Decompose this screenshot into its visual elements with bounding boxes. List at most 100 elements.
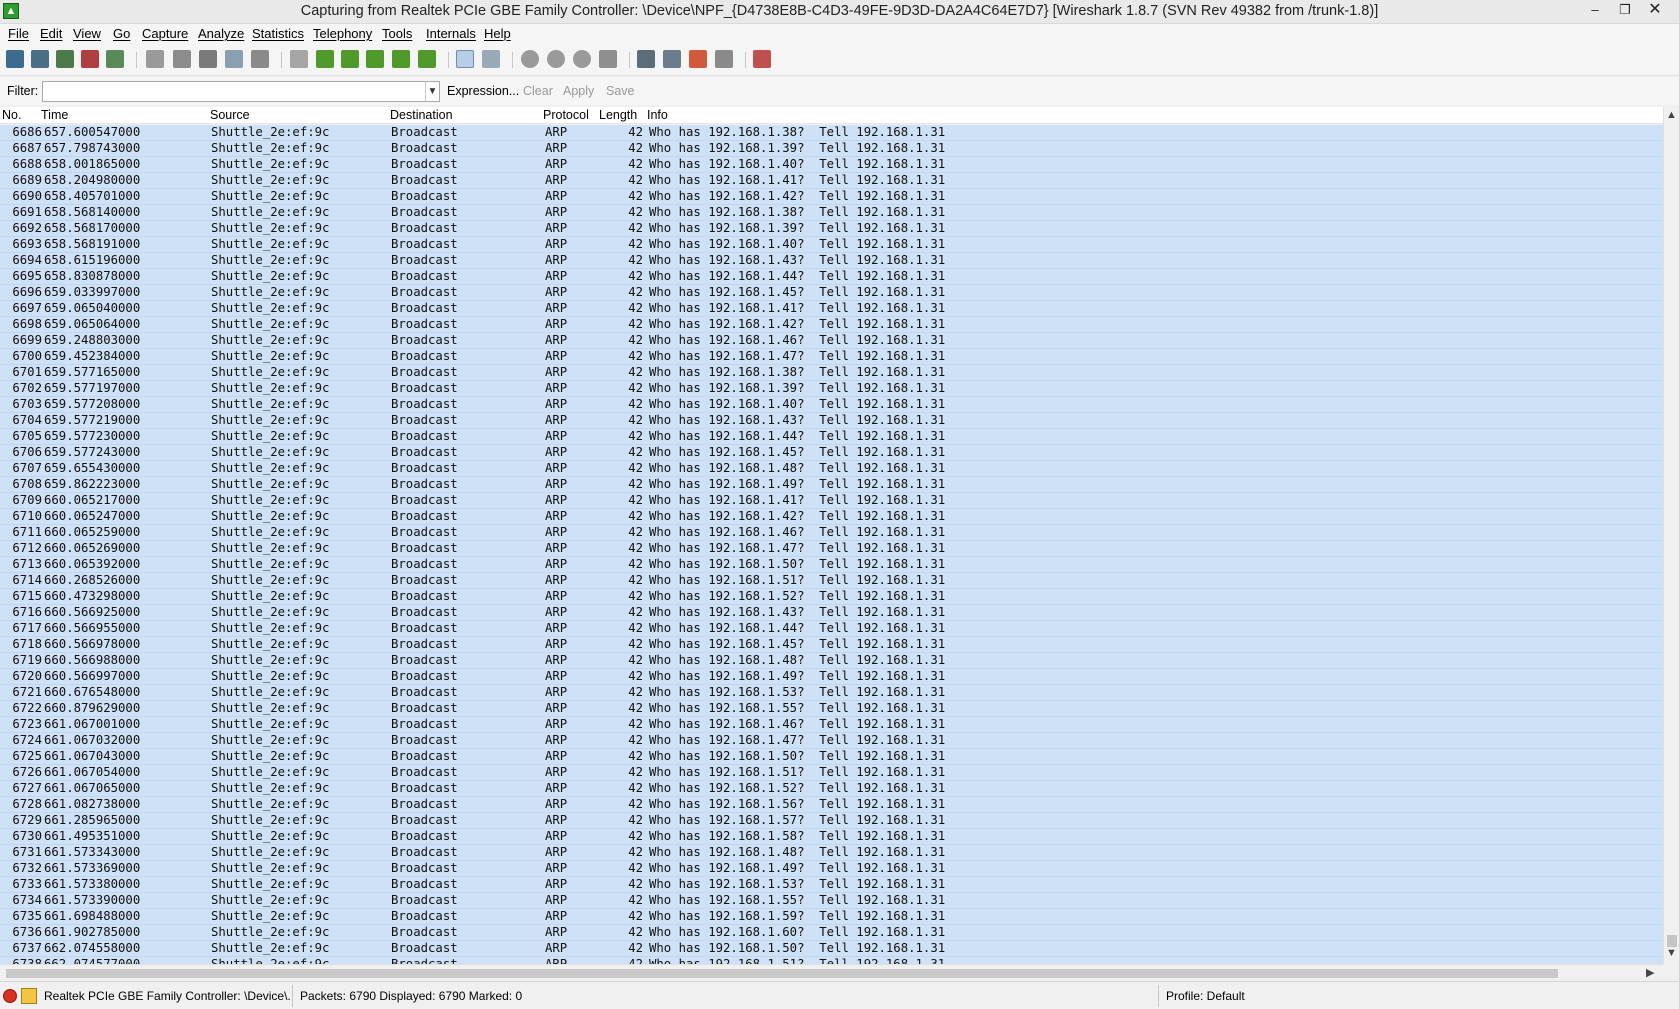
zoom-in-icon[interactable] (521, 50, 539, 68)
table-row[interactable]: 6703 659.577208000 Shuttle_2e:ef:9c Broadca… (0, 397, 1663, 413)
open-file-icon[interactable] (146, 50, 164, 68)
table-row[interactable]: 6705 659.577230000 Shuttle_2e:ef:9c Broadca… (0, 429, 1663, 445)
table-row[interactable]: 6694 658.615196000 Shuttle_2e:ef:9c Broadca… (0, 253, 1663, 269)
table-row[interactable]: 6688 658.001865000 Shuttle_2e:ef:9c Broadca… (0, 157, 1663, 173)
table-row[interactable]: 6710 660.065247000 Shuttle_2e:ef:9c Broadca… (0, 509, 1663, 525)
table-row[interactable]: 6734 661.573390000 Shuttle_2e:ef:9c Broadca… (0, 893, 1663, 909)
reload-icon[interactable] (225, 50, 243, 68)
menu-tools[interactable]: Tools (382, 26, 412, 41)
maximize-icon[interactable]: ❐ (1610, 0, 1640, 22)
expert-info-icon[interactable] (3, 989, 17, 1003)
restart-capture-icon[interactable] (106, 50, 124, 68)
horizontal-scroll-thumb[interactable] (6, 969, 1558, 978)
table-row[interactable]: 6716 660.566925000 Shuttle_2e:ef:9c Broadca… (0, 605, 1663, 621)
menu-go[interactable]: Go (113, 26, 130, 41)
column-header-length[interactable]: Length (599, 108, 637, 122)
table-row[interactable]: 6701 659.577165000 Shuttle_2e:ef:9c Broadca… (0, 365, 1663, 381)
capture-options-icon[interactable] (31, 50, 49, 68)
table-row[interactable]: 6692 658.568170000 Shuttle_2e:ef:9c Broadca… (0, 221, 1663, 237)
vertical-scroll-thumb[interactable] (1667, 935, 1677, 947)
table-row[interactable]: 6708 659.862223000 Shuttle_2e:ef:9c Broadca… (0, 477, 1663, 493)
display-filters-icon[interactable] (663, 50, 681, 68)
table-row[interactable]: 6738 662.074577000 Shuttle_2e:ef:9c Broadca… (0, 957, 1663, 964)
capture-comment-icon[interactable] (21, 988, 37, 1004)
table-row[interactable]: 6717 660.566955000 Shuttle_2e:ef:9c Broadca… (0, 621, 1663, 637)
table-row[interactable]: 6713 660.065392000 Shuttle_2e:ef:9c Broadca… (0, 557, 1663, 573)
colorize-icon[interactable] (456, 50, 474, 68)
scroll-right-icon[interactable]: ▶ (1646, 966, 1654, 979)
menu-statistics[interactable]: Statistics (252, 26, 304, 41)
table-row[interactable]: 6731 661.573343000 Shuttle_2e:ef:9c Broadca… (0, 845, 1663, 861)
menu-internals[interactable]: Internals (426, 26, 476, 41)
expression-button[interactable]: Expression... (447, 84, 519, 98)
menu-view[interactable]: View (73, 26, 101, 41)
table-row[interactable]: 6696 659.033997000 Shuttle_2e:ef:9c Broadca… (0, 285, 1663, 301)
scroll-down-icon[interactable]: ▼ (1666, 947, 1677, 959)
minimize-icon[interactable]: – (1580, 0, 1610, 22)
chevron-down-icon[interactable]: ▼ (425, 82, 439, 101)
menu-telephony[interactable]: Telephony (313, 26, 372, 41)
table-row[interactable]: 6726 661.067054000 Shuttle_2e:ef:9c Broadca… (0, 765, 1663, 781)
table-row[interactable]: 6707 659.655430000 Shuttle_2e:ef:9c Broadca… (0, 461, 1663, 477)
table-row[interactable]: 6722 660.879629000 Shuttle_2e:ef:9c Broadca… (0, 701, 1663, 717)
menu-help[interactable]: Help (484, 26, 511, 41)
table-row[interactable]: 6714 660.268526000 Shuttle_2e:ef:9c Broadca… (0, 573, 1663, 589)
table-row[interactable]: 6735 661.698488000 Shuttle_2e:ef:9c Broadca… (0, 909, 1663, 925)
scroll-up-icon[interactable]: ▲ (1666, 109, 1677, 121)
table-row[interactable]: 6725 661.067043000 Shuttle_2e:ef:9c Broadca… (0, 749, 1663, 765)
column-header-info[interactable]: Info (647, 108, 668, 122)
table-row[interactable]: 6718 660.566978000 Shuttle_2e:ef:9c Broadca… (0, 637, 1663, 653)
table-row[interactable]: 6736 661.902785000 Shuttle_2e:ef:9c Broadca… (0, 925, 1663, 941)
menu-file[interactable]: File (8, 26, 29, 41)
table-row[interactable]: 6737 662.074558000 Shuttle_2e:ef:9c Broadca… (0, 941, 1663, 957)
table-row[interactable]: 6700 659.452384000 Shuttle_2e:ef:9c Broadca… (0, 349, 1663, 365)
column-header-no[interactable]: No. (2, 108, 21, 122)
table-row[interactable]: 6719 660.566988000 Shuttle_2e:ef:9c Broadca… (0, 653, 1663, 669)
filter-input[interactable] (42, 81, 440, 102)
start-capture-icon[interactable] (56, 50, 74, 68)
table-row[interactable]: 6729 661.285965000 Shuttle_2e:ef:9c Broadca… (0, 813, 1663, 829)
table-row[interactable]: 6702 659.577197000 Shuttle_2e:ef:9c Broadca… (0, 381, 1663, 397)
table-row[interactable]: 6706 659.577243000 Shuttle_2e:ef:9c Broadca… (0, 445, 1663, 461)
column-header-source[interactable]: Source (210, 108, 250, 122)
find-packet-icon[interactable] (290, 50, 308, 68)
table-row[interactable]: 6698 659.065064000 Shuttle_2e:ef:9c Broadca… (0, 317, 1663, 333)
go-to-packet-icon[interactable] (366, 50, 384, 68)
table-row[interactable]: 6689 658.204980000 Shuttle_2e:ef:9c Broadca… (0, 173, 1663, 189)
capture-filters-icon[interactable] (637, 50, 655, 68)
table-row[interactable]: 6704 659.577219000 Shuttle_2e:ef:9c Broadca… (0, 413, 1663, 429)
table-row[interactable]: 6727 661.067065000 Shuttle_2e:ef:9c Broadca… (0, 781, 1663, 797)
column-header-time[interactable]: Time (41, 108, 68, 122)
resize-columns-icon[interactable] (599, 50, 617, 68)
table-row[interactable]: 6732 661.573369000 Shuttle_2e:ef:9c Broadca… (0, 861, 1663, 877)
table-row[interactable]: 6715 660.473298000 Shuttle_2e:ef:9c Broadca… (0, 589, 1663, 605)
go-last-icon[interactable] (418, 50, 436, 68)
table-row[interactable]: 6730 661.495351000 Shuttle_2e:ef:9c Broadca… (0, 829, 1663, 845)
table-row[interactable]: 6711 660.065259000 Shuttle_2e:ef:9c Broadca… (0, 525, 1663, 541)
table-row[interactable]: 6728 661.082738000 Shuttle_2e:ef:9c Broadca… (0, 797, 1663, 813)
column-header-destination[interactable]: Destination (390, 108, 453, 122)
help-icon[interactable] (753, 50, 771, 68)
table-row[interactable]: 6690 658.405701000 Shuttle_2e:ef:9c Broadca… (0, 189, 1663, 205)
close-icon[interactable]: ✕ (1640, 0, 1670, 22)
table-row[interactable]: 6733 661.573380000 Shuttle_2e:ef:9c Broadca… (0, 877, 1663, 893)
go-back-icon[interactable] (316, 50, 334, 68)
vertical-scrollbar[interactable]: ▲ ▼ (1663, 107, 1679, 964)
horizontal-scrollbar[interactable]: ▶ (0, 964, 1663, 981)
auto-scroll-icon[interactable] (482, 50, 500, 68)
table-row[interactable]: 6687 657.798743000 Shuttle_2e:ef:9c Broadca… (0, 141, 1663, 157)
clear-button[interactable]: Clear (523, 84, 553, 98)
preferences-icon[interactable] (715, 50, 733, 68)
coloring-rules-icon[interactable] (689, 50, 707, 68)
zoom-normal-icon[interactable] (573, 50, 591, 68)
table-row[interactable]: 6721 660.676548000 Shuttle_2e:ef:9c Broadca… (0, 685, 1663, 701)
table-row[interactable]: 6699 659.248803000 Shuttle_2e:ef:9c Broadca… (0, 333, 1663, 349)
go-forward-icon[interactable] (341, 50, 359, 68)
close-file-icon[interactable] (199, 50, 217, 68)
table-row[interactable]: 6693 658.568191000 Shuttle_2e:ef:9c Broadca… (0, 237, 1663, 253)
zoom-out-icon[interactable] (547, 50, 565, 68)
go-first-icon[interactable] (392, 50, 410, 68)
table-row[interactable]: 6724 661.067032000 Shuttle_2e:ef:9c Broadca… (0, 733, 1663, 749)
interface-list-icon[interactable] (6, 50, 24, 68)
save-file-icon[interactable] (173, 50, 191, 68)
